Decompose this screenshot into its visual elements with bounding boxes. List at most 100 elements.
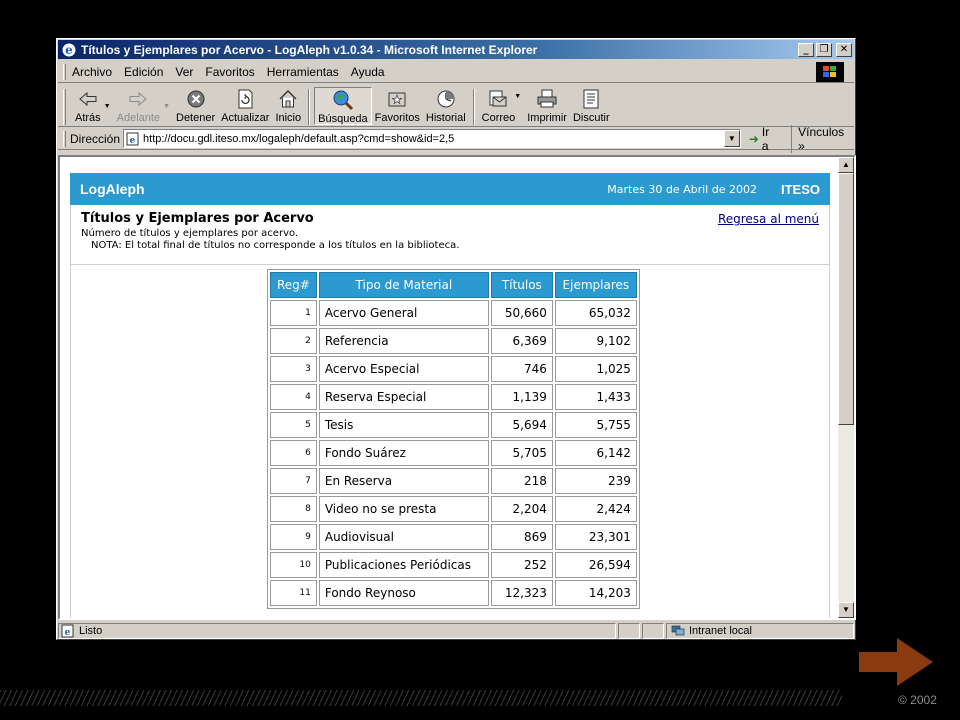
page-icon: e: [126, 132, 139, 146]
address-label: Dirección: [70, 131, 121, 146]
close-button[interactable]: ✕: [836, 42, 852, 57]
page-subtitle: Número de títulos y ejemplares por acerv…: [81, 228, 299, 239]
go-label: Ir a: [761, 124, 770, 153]
row-reg: 1: [270, 300, 317, 326]
svg-text:e: e: [65, 628, 71, 638]
row-reg: 4: [270, 384, 317, 410]
search-icon: [332, 89, 354, 111]
row-titulos: 1,139: [490, 384, 553, 410]
menu-bar: Archivo Edición Ver Favoritos Herramient…: [58, 61, 854, 83]
minimize-button[interactable]: _: [798, 42, 814, 57]
scroll-thumb[interactable]: [838, 173, 854, 425]
back-to-menu-link[interactable]: Regresa al menú: [718, 212, 819, 226]
table-row: 1 Acervo General 50,660 65,032: [270, 300, 637, 326]
menu-ver[interactable]: Ver: [175, 65, 193, 79]
intranet-zone-icon: [671, 625, 685, 636]
table-container: Reg# Tipo de Material Títulos Ejemplares…: [70, 265, 830, 618]
menu-herramientas[interactable]: Herramientas: [267, 65, 339, 79]
decorative-hatch-band: [0, 690, 842, 706]
links-toolbar[interactable]: Vínculos »: [791, 124, 854, 153]
web-page: LogAleph Martes 30 de Abril de 2002 ITES…: [60, 157, 838, 618]
row-ejemplares: 23,301: [554, 524, 637, 550]
stop-button[interactable]: Detener: [173, 87, 218, 125]
row-reg: 3: [270, 356, 317, 382]
discuss-icon: [580, 88, 602, 110]
search-button[interactable]: Búsqueda: [314, 87, 372, 125]
table-row: 3 Acervo Especial 746 1,025: [270, 356, 637, 382]
scroll-up-icon[interactable]: ▲: [838, 157, 854, 173]
row-ejemplares: 26,594: [554, 552, 637, 578]
history-label: Historial: [425, 112, 466, 124]
favorites-label: Favoritos: [374, 112, 420, 124]
menu-ayuda[interactable]: Ayuda: [351, 65, 385, 79]
row-tipo: Reserva Especial: [318, 384, 489, 410]
address-input[interactable]: e http://docu.gdl.iteso.mx/logaleph/defa…: [123, 129, 741, 148]
print-button[interactable]: Imprimir: [524, 87, 570, 125]
back-button[interactable]: Atrás: [72, 87, 104, 125]
row-tipo: Fondo Reynoso: [318, 580, 489, 606]
go-button[interactable]: ➜ Ir a: [749, 125, 779, 153]
search-label: Búsqueda: [318, 113, 368, 125]
menu-favoritos[interactable]: Favoritos: [205, 65, 254, 79]
print-icon: [536, 88, 558, 110]
print-label: Imprimir: [527, 112, 567, 124]
scroll-down-icon[interactable]: ▼: [838, 602, 854, 618]
zone-text: Intranet local: [689, 625, 752, 637]
forward-arrow-icon: [127, 88, 149, 110]
page-note: NOTA: El total final de títulos no corre…: [91, 240, 460, 251]
svg-text:e: e: [130, 136, 136, 146]
favorites-button[interactable]: Favoritos: [372, 87, 423, 125]
restore-button[interactable]: ❐: [816, 42, 832, 57]
row-titulos: 746: [490, 356, 553, 382]
mail-icon: [487, 88, 509, 110]
menu-archivo[interactable]: Archivo: [72, 65, 112, 79]
forward-dropdown-icon[interactable]: ▼: [163, 103, 170, 110]
page-viewport: LogAleph Martes 30 de Abril de 2002 ITES…: [58, 155, 856, 620]
svg-text:e: e: [65, 43, 73, 57]
discuss-button[interactable]: Discutir: [570, 87, 613, 125]
menu-edicion[interactable]: Edición: [124, 65, 163, 79]
row-tipo: Publicaciones Periódicas: [318, 552, 489, 578]
stop-label: Detener: [176, 112, 216, 124]
toolbar-grip[interactable]: [63, 89, 66, 125]
brand-name: LogAleph: [80, 181, 145, 197]
history-button[interactable]: Historial: [423, 87, 469, 125]
row-tipo: Fondo Suárez: [318, 440, 489, 466]
row-reg: 2: [270, 328, 317, 354]
status-main: e Listo: [58, 623, 616, 639]
mail-button[interactable]: Correo: [479, 87, 519, 125]
history-icon: [435, 88, 457, 110]
back-dropdown-icon[interactable]: ▼: [104, 103, 111, 110]
header-titulos: Títulos: [490, 272, 553, 298]
table-row: 6 Fondo Suárez 5,705 6,142: [270, 440, 637, 466]
status-text: Listo: [79, 625, 103, 637]
table-row: 7 En Reserva 218 239: [270, 468, 637, 494]
table-row: 2 Referencia 6,369 9,102: [270, 328, 637, 354]
row-titulos: 6,369: [490, 328, 553, 354]
favorites-icon: [386, 88, 408, 110]
links-label: Vínculos: [798, 124, 845, 139]
table-row: 4 Reserva Especial 1,139 1,433: [270, 384, 637, 410]
refresh-button[interactable]: Actualizar: [218, 87, 272, 125]
address-grip[interactable]: [63, 130, 66, 147]
status-bar: e Listo Intranet local: [58, 622, 854, 640]
row-reg: 6: [270, 440, 317, 466]
row-tipo: Acervo General: [318, 300, 489, 326]
menu-grip[interactable]: [63, 63, 66, 80]
mail-label: Correo: [481, 112, 516, 124]
forward-button[interactable]: Adelante: [114, 87, 163, 125]
header-reg: Reg#: [270, 272, 317, 298]
refresh-icon: [234, 88, 256, 110]
address-dropdown-icon[interactable]: ▼: [723, 130, 740, 147]
back-label: Atrás: [75, 112, 101, 124]
row-titulos: 5,705: [490, 440, 553, 466]
next-arrow-icon[interactable]: [857, 634, 935, 690]
vertical-scrollbar[interactable]: ▲ ▼: [838, 157, 854, 618]
title-bar[interactable]: e Títulos y Ejemplares por Acervo - LogA…: [58, 40, 854, 59]
stop-icon: [185, 88, 207, 110]
header-date: Martes 30 de Abril de 2002: [607, 182, 757, 196]
discuss-label: Discutir: [572, 112, 610, 124]
row-titulos: 12,323: [490, 580, 553, 606]
table-row: 10 Publicaciones Periódicas 252 26,594: [270, 552, 637, 578]
home-button[interactable]: Inicio: [272, 87, 304, 125]
